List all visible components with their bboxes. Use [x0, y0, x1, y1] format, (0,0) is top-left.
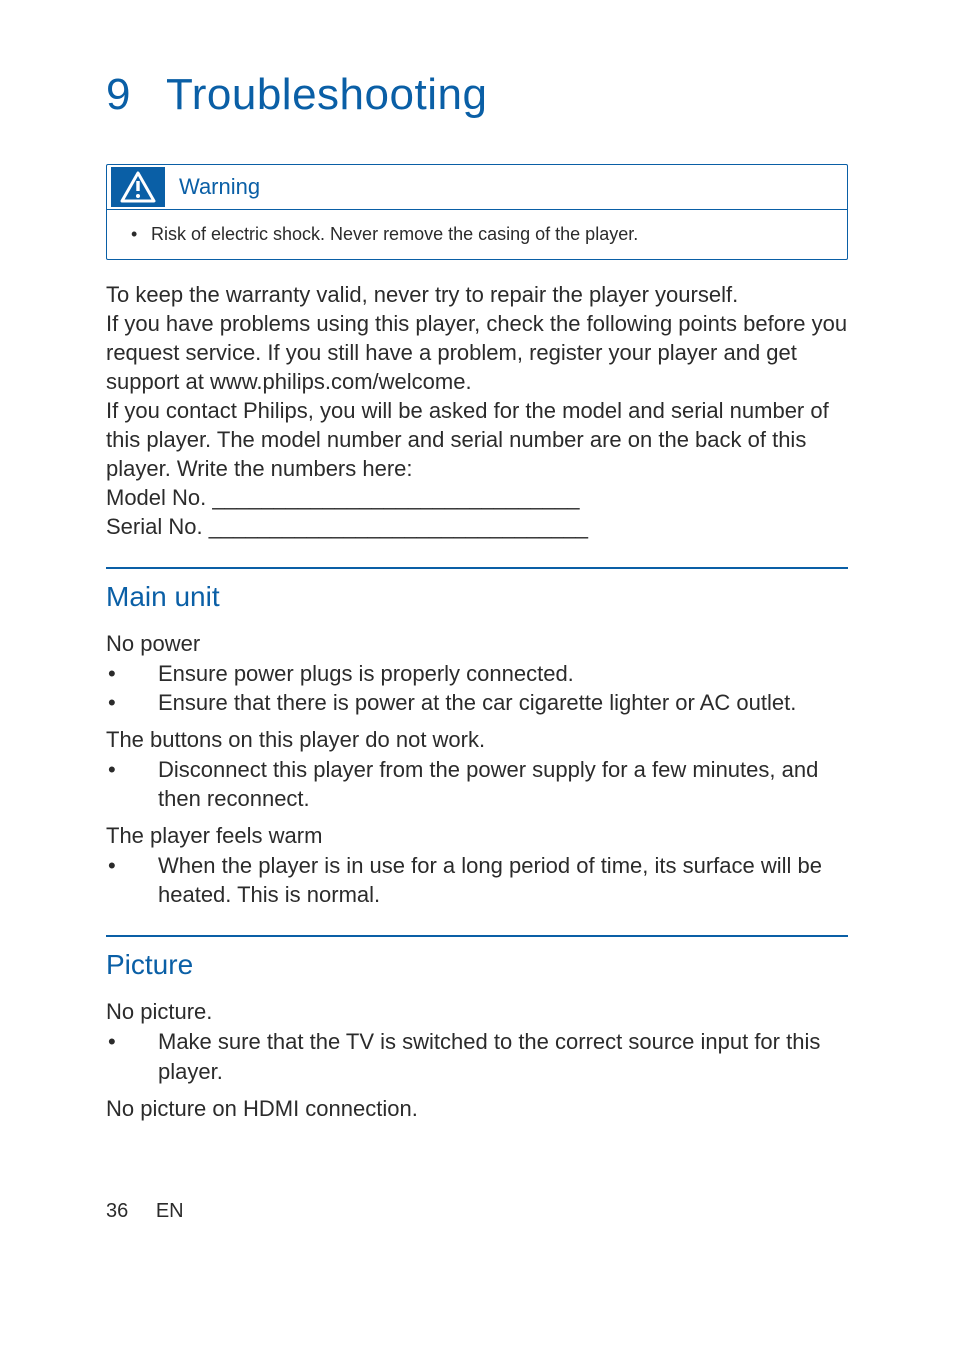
list-item: •Ensure power plugs is properly connecte… — [106, 659, 848, 688]
warning-text: Risk of electric shock. Never remove the… — [151, 224, 638, 245]
section-main-unit-title: Main unit — [106, 581, 848, 613]
sub-no-power: No power — [106, 631, 848, 657]
page-content: 9Troubleshooting Warning • Risk of elect… — [106, 0, 848, 1124]
sub-warm: The player feels warm — [106, 823, 848, 849]
intro-p1: To keep the warranty valid, never try to… — [106, 280, 848, 309]
page-lang: EN — [156, 1200, 184, 1222]
sub-no-picture-hdmi: No picture on HDMI connection. — [106, 1096, 848, 1122]
chapter-number: 9 — [106, 70, 166, 120]
list-buttons: •Disconnect this player from the power s… — [106, 755, 848, 813]
intro-block: To keep the warranty valid, never try to… — [106, 280, 848, 541]
warning-title: Warning — [179, 174, 260, 200]
section-divider — [106, 567, 848, 569]
warning-body: • Risk of electric shock. Never remove t… — [107, 210, 847, 259]
list-item: •When the player is in use for a long pe… — [106, 851, 848, 909]
list-item: •Disconnect this player from the power s… — [106, 755, 848, 813]
serial-no-line: Serial No. _____________________________… — [106, 512, 848, 541]
sub-no-picture: No picture. — [106, 999, 848, 1025]
chapter-title: Troubleshooting — [166, 70, 487, 119]
model-no-line: Model No. ______________________________ — [106, 483, 848, 512]
list-no-power: •Ensure power plugs is properly connecte… — [106, 659, 848, 717]
warning-header: Warning — [107, 165, 847, 210]
intro-p3: If you contact Philips, you will be aske… — [106, 396, 848, 483]
page-footer: 36 EN — [106, 1200, 184, 1223]
warning-box: Warning • Risk of electric shock. Never … — [106, 164, 848, 260]
list-item: •Make sure that the TV is switched to th… — [106, 1027, 848, 1085]
sub-buttons: The buttons on this player do not work. — [106, 727, 848, 753]
bullet-dot: • — [131, 224, 151, 245]
section-picture-title: Picture — [106, 949, 848, 981]
page-number: 36 — [106, 1200, 128, 1222]
warning-icon — [111, 167, 165, 207]
list-item: •Ensure that there is power at the car c… — [106, 688, 848, 717]
intro-p2: If you have problems using this player, … — [106, 309, 848, 396]
section-divider — [106, 935, 848, 937]
list-warm: •When the player is in use for a long pe… — [106, 851, 848, 909]
list-no-picture: •Make sure that the TV is switched to th… — [106, 1027, 848, 1085]
chapter-heading: 9Troubleshooting — [106, 70, 848, 120]
